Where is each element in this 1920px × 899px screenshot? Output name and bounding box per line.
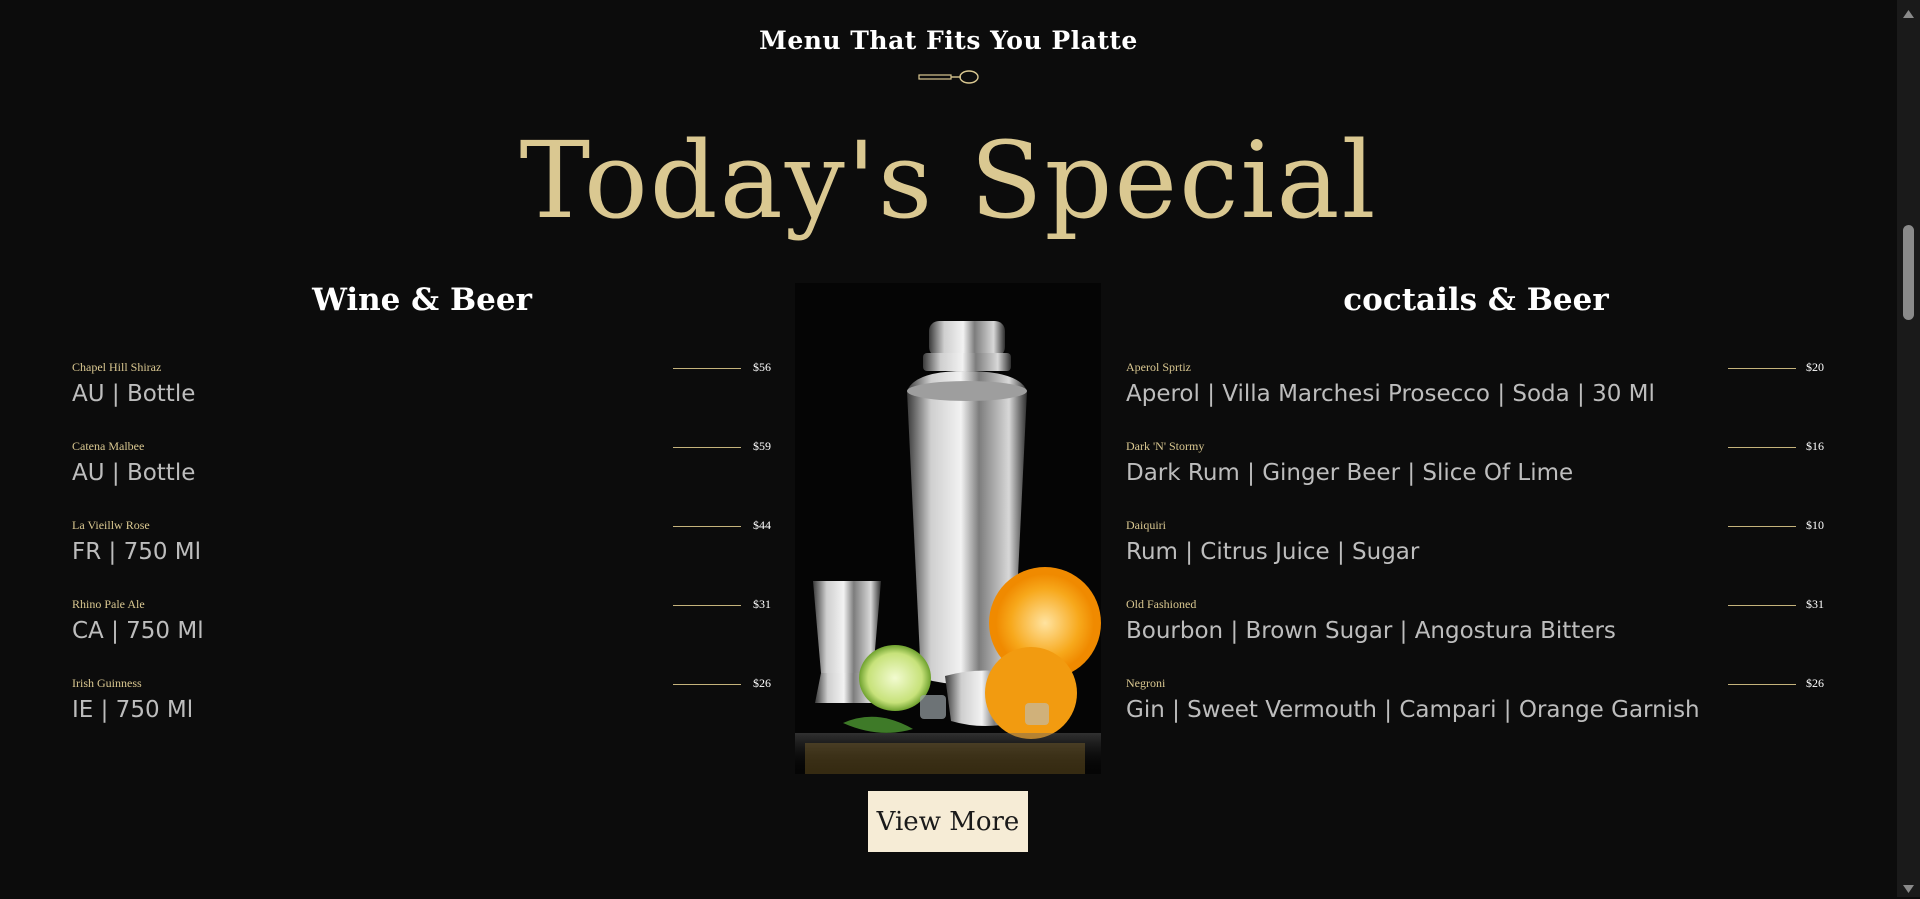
item-price: $44	[753, 518, 771, 532]
item-price: $59	[753, 439, 771, 453]
item-name: Daiquiri	[1126, 518, 1166, 532]
scrollbar-thumb[interactable]	[1903, 225, 1914, 320]
list-item: Aperol Sprtiz $20 Aperol | Villa Marches…	[1126, 360, 1826, 439]
section-subtitle: Menu That Fits You Platte	[759, 26, 1138, 55]
item-price: $31	[753, 597, 771, 611]
price-divider	[1728, 526, 1796, 527]
price-divider	[673, 684, 741, 685]
cocktails-beer-list: Aperol Sprtiz $20 Aperol | Villa Marches…	[1126, 360, 1826, 755]
scroll-up-arrow-icon[interactable]	[1902, 6, 1915, 18]
item-name: Catena Malbee	[72, 439, 145, 453]
item-price: $16	[1806, 439, 1824, 453]
list-item: Irish Guinness $26 IE | 750 Ml	[72, 676, 772, 755]
list-item: Chapel Hill Shiraz $56 AU | Bottle	[72, 360, 772, 439]
item-description: AU | Bottle	[72, 381, 196, 407]
item-description: Dark Rum | Ginger Beer | Slice Of Lime	[1126, 460, 1574, 486]
list-item: Daiquiri $10 Rum | Citrus Juice | Sugar	[1126, 518, 1826, 597]
spoon-icon	[918, 69, 980, 85]
item-price: $10	[1806, 518, 1824, 532]
menu-page: Menu That Fits You Platte Today's Specia…	[0, 0, 1897, 897]
item-description: Aperol | Villa Marchesi Prosecco | Soda …	[1126, 381, 1655, 407]
item-description: FR | 750 Ml	[72, 539, 202, 565]
view-more-button[interactable]: View More	[868, 791, 1028, 852]
list-item: Dark 'N' Stormy $16 Dark Rum | Ginger Be…	[1126, 439, 1826, 518]
price-divider	[673, 605, 741, 606]
page-scrollbar[interactable]	[1897, 0, 1920, 897]
item-description: Gin | Sweet Vermouth | Campari | Orange …	[1126, 697, 1700, 723]
item-description: Rum | Citrus Juice | Sugar	[1126, 539, 1420, 565]
list-item: La Vieillw Rose $44 FR | 750 Ml	[72, 518, 772, 597]
item-name: Dark 'N' Stormy	[1126, 439, 1205, 453]
list-item: Rhino Pale Ale $31 CA | 750 Ml	[72, 597, 772, 676]
item-name: Chapel Hill Shiraz	[72, 360, 162, 374]
item-name: Aperol Sprtiz	[1126, 360, 1191, 374]
item-description: AU | Bottle	[72, 460, 196, 486]
item-price: $26	[753, 676, 771, 690]
item-price: $56	[753, 360, 771, 374]
list-item: Catena Malbee $59 AU | Bottle	[72, 439, 772, 518]
item-name: Rhino Pale Ale	[72, 597, 145, 611]
page-title: Today's Special	[519, 119, 1378, 242]
price-divider	[1728, 605, 1796, 606]
item-name: Old Fashioned	[1126, 597, 1197, 611]
price-divider	[1728, 447, 1796, 448]
item-price: $20	[1806, 360, 1824, 374]
cocktails-beer-heading: coctails & Beer	[1343, 282, 1609, 318]
price-divider	[673, 368, 741, 369]
item-description: CA | 750 Ml	[72, 618, 204, 644]
cocktail-shaker-photo	[795, 283, 1101, 774]
item-description: Bourbon | Brown Sugar | Angostura Bitter…	[1126, 618, 1616, 644]
price-divider	[673, 526, 741, 527]
item-name: Irish Guinness	[72, 676, 142, 690]
price-divider	[1728, 368, 1796, 369]
wine-beer-heading: Wine & Beer	[312, 282, 532, 318]
price-divider	[1728, 684, 1796, 685]
item-name: La Vieillw Rose	[72, 518, 150, 532]
item-name: Negroni	[1126, 676, 1166, 690]
item-description: IE | 750 Ml	[72, 697, 194, 723]
price-divider	[673, 447, 741, 448]
wine-beer-list: Chapel Hill Shiraz $56 AU | Bottle Caten…	[72, 360, 772, 755]
item-price: $26	[1806, 676, 1824, 690]
list-item: Old Fashioned $31 Bourbon | Brown Sugar …	[1126, 597, 1826, 676]
item-price: $31	[1806, 597, 1824, 611]
scroll-down-arrow-icon[interactable]	[1902, 881, 1915, 893]
list-item: Negroni $26 Gin | Sweet Vermouth | Campa…	[1126, 676, 1826, 755]
